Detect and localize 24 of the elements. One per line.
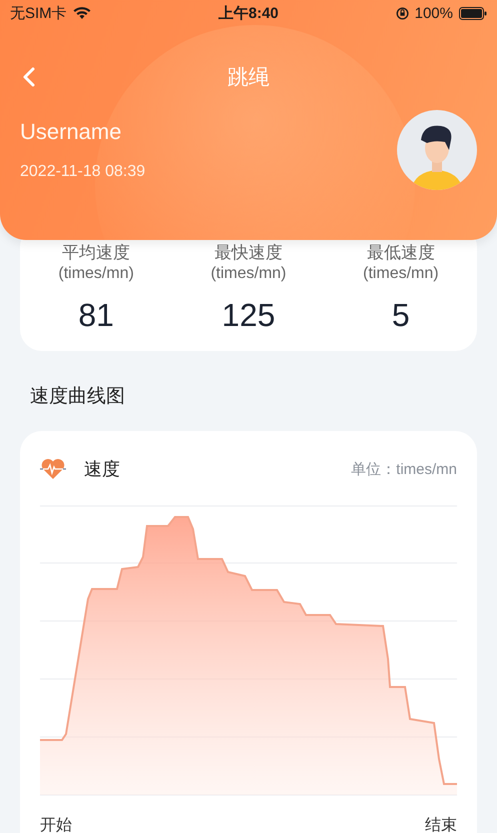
axis-end-label: 结束 xyxy=(425,816,457,833)
stat-value: 125 xyxy=(222,297,276,334)
rotation-lock-icon xyxy=(396,6,409,20)
username: Username xyxy=(20,119,122,145)
heart-pulse-icon xyxy=(40,458,66,480)
wifi-icon xyxy=(72,6,91,20)
battery-icon xyxy=(459,6,487,20)
stat-value: 5 xyxy=(392,297,410,334)
chart-title: 速度 xyxy=(84,458,120,481)
stat-unit: (times/mn) xyxy=(210,264,286,284)
carrier-text: 无SIM卡 xyxy=(10,4,67,22)
stat-unit: (times/mn) xyxy=(363,264,439,284)
stat-label: 最快速度 xyxy=(214,243,282,263)
stat-unit: (times/mn) xyxy=(58,264,134,284)
battery-percent: 100% xyxy=(414,4,453,22)
stat-label: 平均速度 xyxy=(62,243,130,263)
page-title: 跳绳 xyxy=(228,65,270,91)
axis-start-label: 开始 xyxy=(40,816,72,833)
clock-time: 上午8:40 xyxy=(218,4,279,22)
stat-value: 81 xyxy=(78,297,114,334)
chart-unit: 单位：times/mn xyxy=(351,460,457,478)
section-title: 速度曲线图 xyxy=(30,385,125,409)
session-datetime: 2022-11-18 08:39 xyxy=(20,163,146,181)
stat-label: 最低速度 xyxy=(366,243,435,263)
